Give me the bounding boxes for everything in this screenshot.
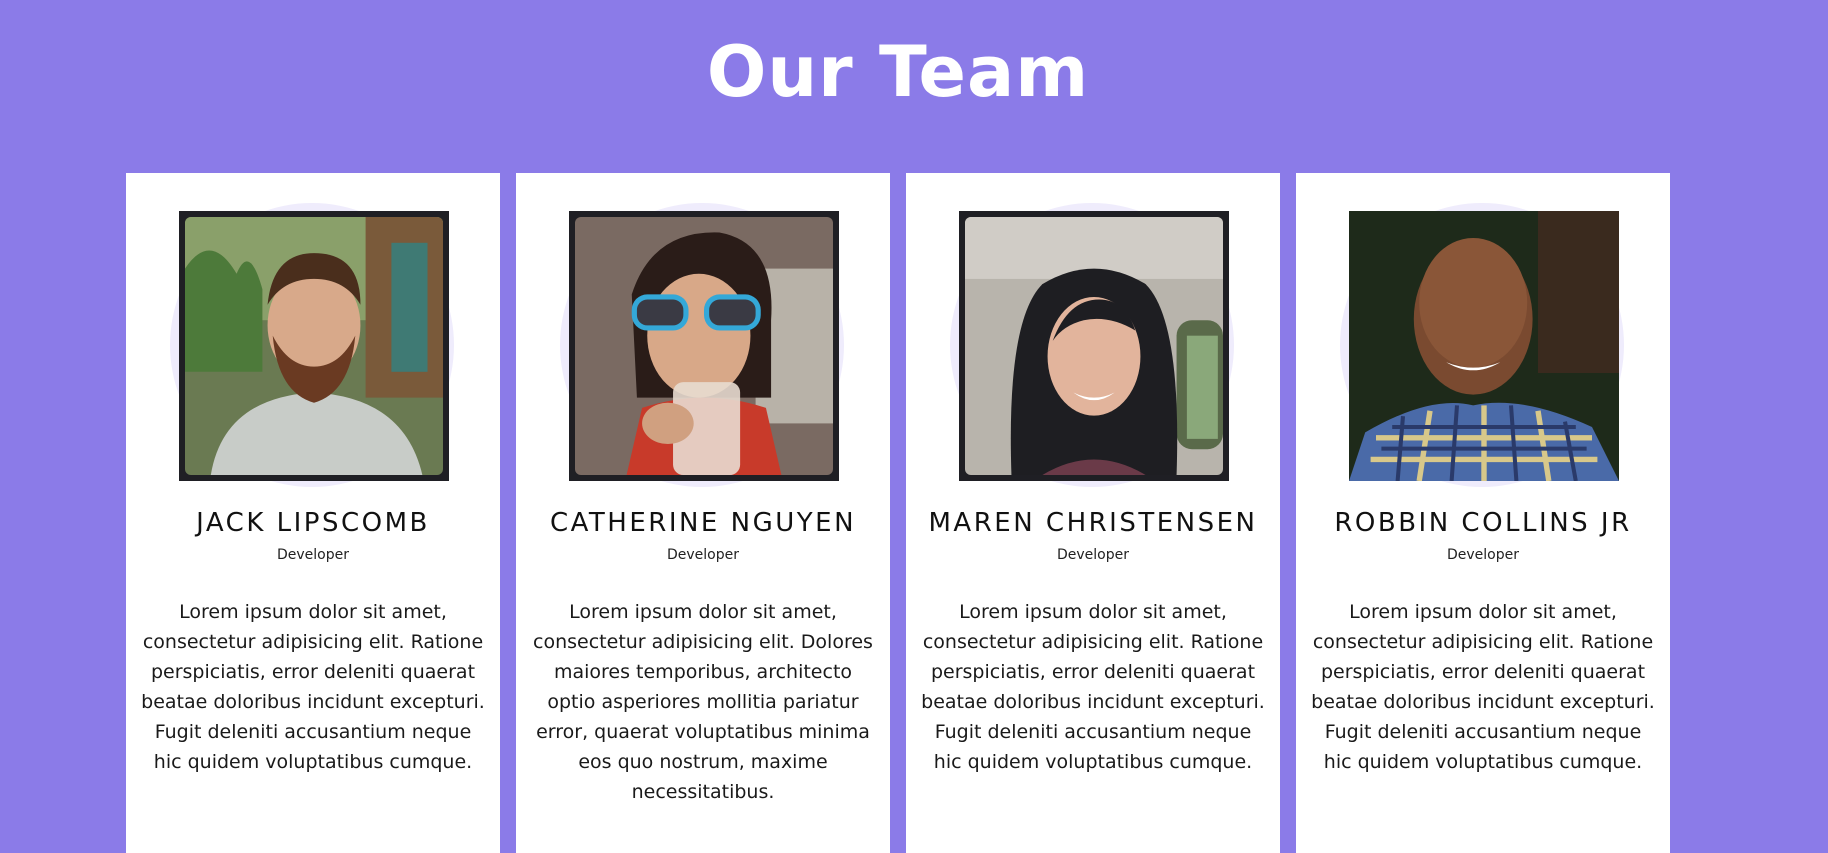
team-member-photo	[1349, 211, 1619, 481]
team-member-name: Catherine Nguyen	[549, 508, 857, 538]
team-member-bio: Lorem ipsum dolor sit amet, consectetur …	[921, 601, 1265, 773]
team-member-name: Robbin Collins Jr	[1334, 508, 1632, 538]
page-title: Our Team	[706, 31, 1090, 113]
team-card-maren-christensen: Maren Christensen Developer Lorem ipsum …	[906, 173, 1280, 853]
team-card-robbin-collins-jr: Robbin Collins Jr Developer Lorem ipsum …	[1296, 173, 1670, 853]
team-member-bio: Lorem ipsum dolor sit amet, consectetur …	[141, 601, 485, 773]
team-member-role: Developer	[1446, 547, 1519, 563]
team-card-jack-lipscomb: Jack Lipscomb Developer Lorem ipsum dolo…	[126, 173, 500, 853]
team-member-bio: Lorem ipsum dolor sit amet, consectetur …	[533, 601, 873, 803]
team-member-role: Developer	[276, 547, 349, 563]
team-member-name: Jack Lipscomb	[196, 508, 430, 538]
team-card-catherine-nguyen: Catherine Nguyen Developer Lorem ipsum d…	[516, 173, 890, 853]
team-member-photo	[179, 211, 449, 481]
team-member-role: Developer	[666, 547, 739, 563]
team-member-name: Maren Christensen	[928, 508, 1258, 538]
team-member-photo	[569, 211, 839, 481]
team-member-bio: Lorem ipsum dolor sit amet, consectetur …	[1311, 601, 1655, 773]
team-grid: Jack Lipscomb Developer Lorem ipsum dolo…	[126, 173, 1670, 853]
team-member-role: Developer	[1056, 547, 1129, 563]
team-member-photo	[959, 211, 1229, 481]
